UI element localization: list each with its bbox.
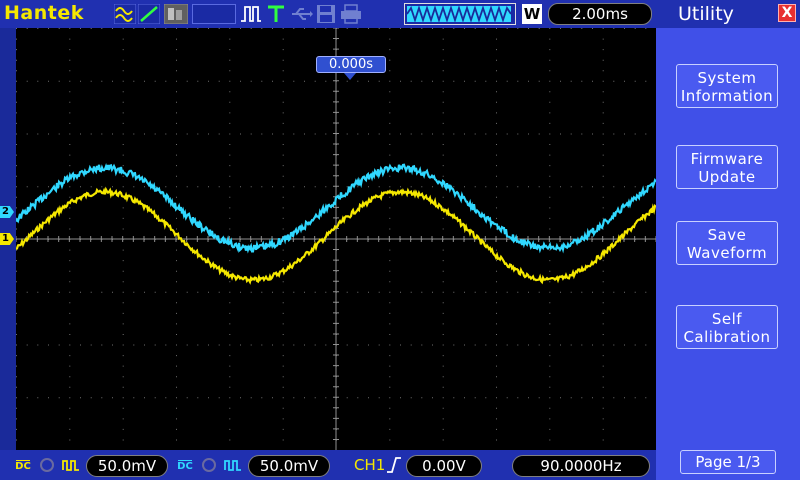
firmware-update-button[interactable]: Firmware Update xyxy=(676,145,778,189)
selection-box xyxy=(192,4,236,24)
button-label-line2: Calibration xyxy=(683,328,771,346)
waveform-icon[interactable] xyxy=(114,4,136,24)
save-waveform-button[interactable]: Save Waveform xyxy=(676,221,778,265)
line-icon[interactable] xyxy=(138,4,160,24)
system-information-button[interactable]: System Information xyxy=(676,64,778,108)
trigger-source[interactable]: CH1 xyxy=(354,456,385,474)
ch2-trace xyxy=(16,162,656,254)
button-label-line1: Firmware xyxy=(690,150,764,168)
brand-logo: Hantek xyxy=(4,2,84,24)
ch1-coupling-icon: DC xyxy=(14,456,32,472)
pulse-icon[interactable] xyxy=(240,4,262,24)
print-icon[interactable] xyxy=(340,4,362,24)
trigger-position-arrow-icon xyxy=(344,73,356,80)
frequency-readout: 90.0000Hz xyxy=(512,455,650,477)
ch2-bandwidth-icon xyxy=(202,458,216,472)
page-button[interactable]: Page 1/3 xyxy=(680,450,776,474)
rising-edge-icon[interactable] xyxy=(386,456,402,474)
ch2-probe-icon xyxy=(224,460,241,471)
ch1-coupling: DC xyxy=(15,461,31,472)
timebase-readout[interactable]: 2.00ms xyxy=(548,3,652,25)
ch1-bandwidth-icon xyxy=(40,458,54,472)
button-label-line1: Self xyxy=(711,310,743,328)
self-calibration-button[interactable]: Self Calibration xyxy=(676,305,778,349)
memory-window-indicator[interactable] xyxy=(404,3,516,25)
window-badge: W xyxy=(522,4,542,24)
ch2-coupling: DC xyxy=(177,461,193,472)
ch1-volts-div[interactable]: 50.0mV xyxy=(86,455,168,477)
utility-menu: Utility X System Information Firmware Up… xyxy=(656,0,800,480)
waveform-traces xyxy=(16,162,656,285)
button-label-line2: Information xyxy=(680,87,774,105)
trigger-t-icon xyxy=(268,5,284,22)
button-label-line2: Update xyxy=(698,168,756,186)
trigger-level-readout[interactable]: 0.00V xyxy=(406,455,482,477)
bottom-status-bar: DC 50.0mV DC 50.0mV CH1 0.00V 90.0000Hz xyxy=(0,450,656,480)
close-icon[interactable]: X xyxy=(778,4,796,22)
waveform-display[interactable]: 0.000s xyxy=(16,28,671,450)
usb-icon xyxy=(292,8,313,20)
ch2-marker[interactable]: 2 xyxy=(0,206,14,218)
ch1-marker[interactable]: 1 xyxy=(0,233,14,245)
ch2-volts-div[interactable]: 50.0mV xyxy=(248,455,330,477)
memory-window-waveform-icon xyxy=(407,6,511,22)
grey-icon[interactable] xyxy=(164,4,188,24)
button-label-line1: System xyxy=(697,69,757,87)
button-label-line2: Waveform xyxy=(686,244,768,262)
ch1-probe-icon xyxy=(62,460,79,471)
top-status-bar: Hantek W 2.00ms xyxy=(0,0,656,28)
button-label-line1: Save xyxy=(707,226,747,244)
ch2-coupling-icon: DC xyxy=(176,456,194,472)
trigger-position-readout[interactable]: 0.000s xyxy=(316,56,386,73)
save-disk-icon[interactable] xyxy=(316,4,336,24)
